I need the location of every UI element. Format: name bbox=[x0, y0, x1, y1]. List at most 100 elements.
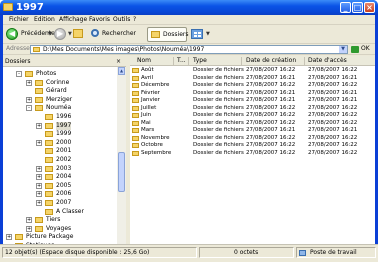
address-bar: Adresse D:\Mes Documents\Mes images\Phot… bbox=[3, 44, 375, 55]
back-icon[interactable]: ◀ bbox=[6, 28, 18, 40]
list-item[interactable]: Avril Dossier de fichiers 27/08/2007 16:21… bbox=[130, 75, 375, 82]
list-item[interactable]: Juin Dossier de fichiers 27/08/2007 16:22 2… bbox=[130, 112, 375, 119]
column-nom[interactable]: Nom bbox=[137, 57, 151, 65]
list-item[interactable]: Mars Dossier de fichiers 27/08/2007 16:21 2… bbox=[130, 127, 375, 134]
tree-item[interactable]: 2001 bbox=[3, 147, 117, 155]
cell-accessed: 27/08/2007 16:22 bbox=[308, 134, 358, 141]
views-dropdown-icon[interactable]: ▼ bbox=[206, 31, 210, 37]
list-item[interactable]: Mai Dossier de fichiers 27/08/2007 16:22 27… bbox=[130, 120, 375, 127]
close-pane-icon[interactable]: × bbox=[116, 58, 121, 66]
maximize-button[interactable]: □ bbox=[352, 2, 363, 13]
tree-item[interactable]: +2006 bbox=[3, 190, 117, 198]
tree-item[interactable]: + Picture Package bbox=[3, 233, 117, 241]
folder-icon bbox=[45, 122, 53, 129]
tree-item[interactable]: - Photos bbox=[3, 70, 117, 78]
menu-outils[interactable]: Outils bbox=[113, 16, 130, 24]
address-dropdown-icon[interactable]: ▼ bbox=[339, 46, 347, 53]
cell-type: Dossier de fichiers bbox=[193, 82, 244, 88]
address-input[interactable]: D:\Mes Documents\Mes images\Photos\Noumé… bbox=[30, 45, 348, 54]
expand-icon[interactable]: + bbox=[36, 182, 42, 189]
forward-icon[interactable]: ▶ bbox=[54, 28, 66, 40]
tree-item[interactable]: + Voyages bbox=[3, 225, 117, 233]
expand-icon[interactable]: + bbox=[36, 174, 42, 181]
expand-icon[interactable]: + bbox=[36, 200, 42, 206]
folder-up-icon[interactable] bbox=[73, 29, 83, 38]
expand-icon[interactable]: + bbox=[26, 96, 32, 103]
close-button[interactable]: × bbox=[364, 2, 375, 13]
cell-name: Février bbox=[141, 89, 160, 96]
tree-item[interactable]: +2003 bbox=[3, 165, 117, 173]
minimize-button[interactable]: _ bbox=[340, 2, 351, 13]
tree-item[interactable]: + Tiers bbox=[3, 216, 117, 224]
title-bar[interactable]: 1997 _ □ × bbox=[0, 0, 378, 15]
expand-icon[interactable]: + bbox=[26, 225, 32, 232]
expand-icon[interactable]: + bbox=[36, 165, 42, 172]
back-dropdown-icon[interactable]: ▼ bbox=[48, 31, 52, 37]
expand-icon[interactable]: + bbox=[36, 191, 42, 198]
expand-icon[interactable]: + bbox=[26, 217, 32, 224]
tree-item-label: 2004 bbox=[56, 173, 72, 181]
list-item[interactable]: Juillet Dossier de fichiers 27/08/2007 16:… bbox=[130, 105, 375, 112]
folder-icon bbox=[45, 191, 53, 198]
list-item[interactable]: Janvier Dossier de fichiers 27/08/2007 16:… bbox=[130, 97, 375, 104]
expand-icon[interactable]: + bbox=[36, 122, 42, 129]
scroll-up-icon[interactable]: ▲ bbox=[118, 67, 125, 75]
views-icon[interactable] bbox=[191, 29, 203, 39]
go-button[interactable]: OK bbox=[361, 45, 370, 53]
cell-created: 27/08/2007 16:21 bbox=[246, 97, 296, 103]
column-taille[interactable]: T... bbox=[177, 57, 186, 65]
tree-item[interactable]: +2005 bbox=[3, 182, 117, 190]
list-item[interactable]: Février Dossier de fichiers 27/08/2007 16:… bbox=[130, 90, 375, 97]
expand-icon[interactable]: + bbox=[6, 234, 12, 241]
scroll-thumb[interactable] bbox=[118, 152, 125, 192]
tree-item[interactable]: +2004 bbox=[3, 173, 117, 181]
list-item[interactable]: Août Dossier de fichiers 27/08/2007 16:22 2… bbox=[130, 67, 375, 74]
column-date-creation[interactable]: Date de création bbox=[246, 57, 296, 65]
list-item[interactable]: Décembre Dossier de fichiers 27/08/2007 16… bbox=[130, 82, 375, 89]
list-item[interactable]: Octobre Dossier de fichiers 27/08/2007 16:… bbox=[130, 142, 375, 149]
search-icon[interactable] bbox=[91, 29, 99, 37]
search-button[interactable]: Rechercher bbox=[102, 30, 136, 38]
column-divider[interactable] bbox=[241, 57, 242, 65]
go-icon[interactable] bbox=[351, 46, 359, 53]
column-divider[interactable] bbox=[188, 57, 189, 65]
column-type[interactable]: Type bbox=[193, 57, 207, 65]
menu-favoris[interactable]: Favoris bbox=[89, 16, 110, 24]
tree-item-label: 2007 bbox=[56, 199, 72, 206]
tree-item[interactable]: + Merziger bbox=[3, 96, 117, 104]
tree-item[interactable]: A Classer bbox=[3, 208, 117, 216]
menu-fichier[interactable]: Fichier bbox=[9, 16, 29, 24]
folder-icon bbox=[132, 128, 139, 133]
cell-accessed: 27/08/2007 16:22 bbox=[308, 149, 358, 156]
tree-item[interactable]: - Nouméa bbox=[3, 104, 117, 112]
tree-item[interactable]: 2002 bbox=[3, 156, 117, 164]
menu-help[interactable]: ? bbox=[133, 16, 136, 24]
tree-item[interactable]: Gérard bbox=[3, 87, 117, 95]
tree-item[interactable]: +2007 bbox=[3, 199, 117, 207]
expand-icon[interactable]: + bbox=[36, 139, 42, 146]
column-divider[interactable] bbox=[173, 57, 174, 65]
cell-accessed: 27/08/2007 16:21 bbox=[308, 97, 358, 103]
menu-affichage[interactable]: Affichage bbox=[59, 16, 87, 24]
cell-accessed: 27/08/2007 16:21 bbox=[308, 127, 358, 133]
cell-created: 27/08/2007 16:22 bbox=[246, 142, 296, 148]
list-item[interactable]: Novembre Dossier de fichiers 27/08/2007 16… bbox=[130, 135, 375, 142]
forward-dropdown-icon[interactable]: ▼ bbox=[68, 31, 72, 37]
tree-item[interactable]: 1999 bbox=[3, 130, 117, 138]
menu-edition[interactable]: Edition bbox=[34, 16, 55, 24]
tree-item-label: 2006 bbox=[56, 190, 72, 198]
folder-icon bbox=[132, 120, 139, 126]
expand-icon[interactable]: + bbox=[26, 79, 32, 86]
tree-item[interactable]: +2000 bbox=[3, 139, 117, 147]
tree-item[interactable]: 1996 bbox=[3, 113, 117, 121]
tree-item[interactable]: +1997 bbox=[3, 121, 117, 130]
column-divider[interactable] bbox=[304, 57, 305, 65]
tree-item[interactable]: + Corinne bbox=[3, 79, 117, 87]
collapse-icon[interactable]: - bbox=[26, 105, 32, 112]
folder-icon bbox=[25, 71, 33, 77]
folder-tree-scrollbar[interactable]: ▲ ▼ bbox=[117, 67, 126, 259]
column-date-acces[interactable]: Date d'accès bbox=[308, 57, 347, 65]
folders-button[interactable]: Dossiers bbox=[147, 27, 189, 42]
collapse-icon[interactable]: - bbox=[16, 71, 22, 77]
list-item[interactable]: Septembre Dossier de fichiers 27/08/2007 1… bbox=[130, 150, 375, 157]
